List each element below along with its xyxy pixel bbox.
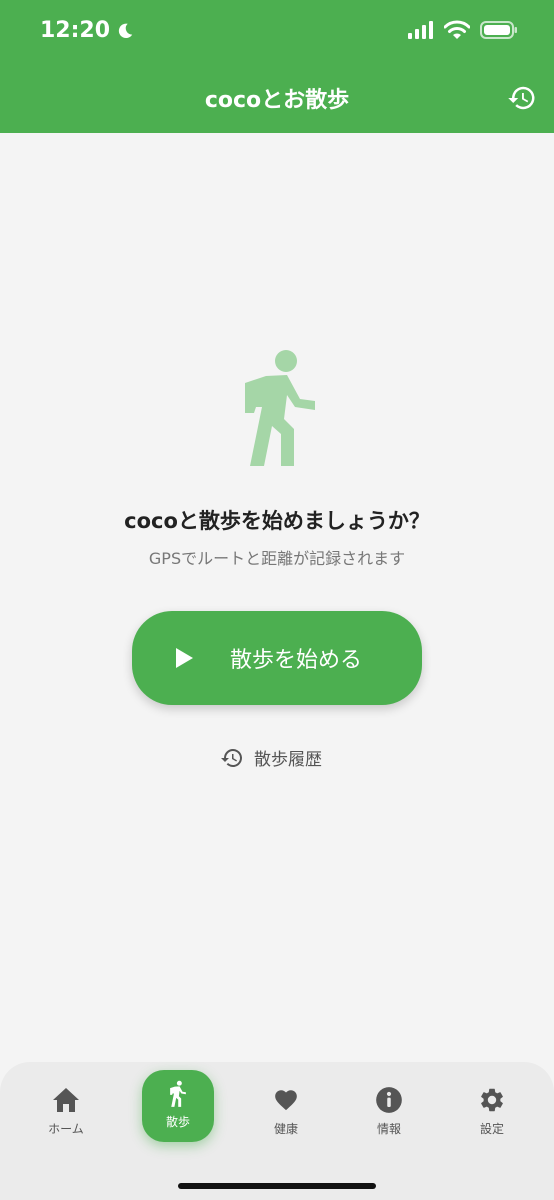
- tab-health[interactable]: 健康: [246, 1084, 326, 1154]
- cellular-signal-icon: [408, 21, 433, 39]
- info-icon: [376, 1087, 402, 1113]
- home-icon: [53, 1088, 79, 1112]
- walk-history-label: 散歩履歴: [254, 750, 322, 770]
- moon-icon: [118, 23, 133, 38]
- tab-info[interactable]: 情報: [349, 1084, 429, 1154]
- play-icon: [176, 648, 193, 668]
- battery-icon: [480, 21, 517, 39]
- tab-settings[interactable]: 設定: [452, 1084, 532, 1154]
- walk-icon: [170, 1080, 186, 1107]
- page-title: cocoとお散歩: [204, 88, 350, 113]
- tab-home[interactable]: ホーム: [26, 1084, 106, 1154]
- app-header: 12:20 cocoとお散歩: [0, 0, 554, 133]
- start-walk-button[interactable]: 散歩を始める: [132, 611, 422, 705]
- heart-icon: [275, 1090, 297, 1111]
- status-time-text: 12:20: [40, 18, 111, 43]
- status-time: 12:20: [40, 18, 134, 43]
- walk-history-link[interactable]: 散歩履歴: [220, 745, 322, 770]
- tab-info-label: 情報: [376, 1122, 401, 1136]
- status-indicators: [408, 20, 518, 40]
- gear-icon: [481, 1088, 503, 1112]
- history-icon[interactable]: [507, 83, 537, 113]
- history-icon: [221, 748, 242, 767]
- start-walk-label: 散歩を始める: [230, 648, 363, 673]
- walk-prompt: cocoと散歩を始めましょうか？: [124, 509, 430, 533]
- tab-home-label: ホーム: [48, 1122, 84, 1136]
- tab-walk[interactable]: 散歩: [142, 1070, 214, 1142]
- tab-health-label: 健康: [273, 1122, 298, 1136]
- walking-person-icon: [245, 350, 315, 466]
- home-indicator[interactable]: [178, 1183, 376, 1189]
- tab-settings-label: 設定: [479, 1122, 504, 1136]
- tab-walk-label: 散歩: [165, 1115, 190, 1129]
- bottom-tab-bar: ホーム 散歩 健康 情報 設定: [0, 1062, 554, 1200]
- walk-subtitle: GPSでルートと距離が記録されます: [148, 549, 406, 568]
- wifi-icon: [444, 20, 470, 39]
